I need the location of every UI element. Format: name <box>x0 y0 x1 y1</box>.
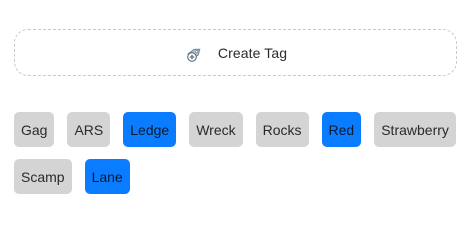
tag-chip[interactable]: Rocks <box>255 112 309 147</box>
tag-label: Wreck <box>196 121 236 138</box>
tag-chip[interactable]: Scamp <box>14 159 72 194</box>
create-tag-label: Create Tag <box>217 44 288 61</box>
tag-label: ARS <box>74 121 104 138</box>
tag-label: Scamp <box>21 168 65 185</box>
tag-label: Lane <box>91 168 123 185</box>
tag-picker: Create Tag Gag ARS Ledge Wreck Rocks Red… <box>0 0 471 241</box>
tag-label: Gag <box>21 121 48 138</box>
tag-label: Rocks <box>262 121 302 138</box>
tag-chip[interactable]: Ledge <box>123 112 177 147</box>
tag-chip[interactable]: Red <box>321 112 362 147</box>
add-tag-icon <box>184 42 206 64</box>
tag-label: Ledge <box>130 121 170 138</box>
tag-chip[interactable]: Strawberry <box>374 112 456 147</box>
tag-list: Gag ARS Ledge Wreck Rocks Red Strawberry… <box>14 112 464 194</box>
tag-label: Strawberry <box>381 121 449 138</box>
tag-chip[interactable]: Gag <box>14 112 55 147</box>
tag-chip[interactable]: Lane <box>84 159 130 194</box>
create-tag-button[interactable]: Create Tag <box>14 29 457 76</box>
tag-chip[interactable]: Wreck <box>189 112 243 147</box>
tag-label: Red <box>328 121 355 138</box>
tag-chip[interactable]: ARS <box>67 112 111 147</box>
